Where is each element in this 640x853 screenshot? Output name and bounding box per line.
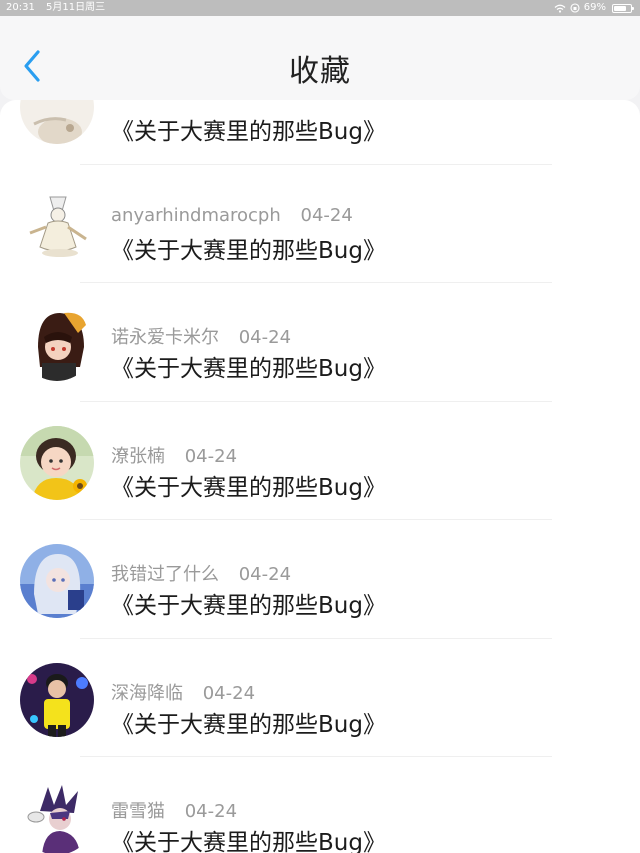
avatar[interactable] bbox=[20, 544, 94, 618]
list-item[interactable]: 雷雪猫 04-24 《关于大赛里的那些Bug》 bbox=[0, 741, 640, 853]
item-meta bbox=[111, 100, 125, 107]
battery-icon bbox=[612, 3, 634, 13]
status-time: 20:31 bbox=[6, 2, 35, 13]
avatar[interactable] bbox=[20, 188, 94, 263]
avatar[interactable] bbox=[20, 425, 94, 500]
battery-percent: 69% bbox=[583, 2, 606, 13]
post-date: 04-24 bbox=[300, 204, 353, 226]
post-title-link[interactable]: 《关于大赛里的那些Bug》 bbox=[111, 823, 386, 853]
avatar[interactable] bbox=[20, 307, 94, 381]
favorites-list: 《关于大赛里的那些Bug》 anyarhindmarocph 04-24 《关于… bbox=[0, 100, 640, 853]
post-title-link[interactable]: 《关于大赛里的那些Bug》 bbox=[111, 112, 386, 146]
item-meta: 诺永爱卡米尔 04-24 bbox=[111, 323, 291, 349]
status-bar: 20:31 5月11日周三 69% bbox=[0, 0, 640, 16]
list-item[interactable]: 诺永爱卡米尔 04-24 《关于大赛里的那些Bug》 bbox=[0, 267, 640, 402]
list-item[interactable]: 深海降临 04-24 《关于大赛里的那些Bug》 bbox=[0, 623, 640, 757]
post-date: 04-24 bbox=[202, 682, 256, 704]
nav-header: 收藏 bbox=[0, 16, 640, 100]
post-title-link[interactable]: 《关于大赛里的那些Bug》 bbox=[111, 586, 386, 620]
list-item[interactable]: 我错过了什么 04-24 《关于大赛里的那些Bug》 bbox=[0, 504, 640, 639]
avatar[interactable] bbox=[20, 100, 94, 144]
author-name[interactable]: 潦张楠 bbox=[111, 446, 165, 467]
author-name[interactable]: 我错过了什么 bbox=[111, 564, 219, 585]
page-title: 收藏 bbox=[289, 54, 351, 89]
author-name[interactable]: 诺永爱卡米尔 bbox=[111, 327, 219, 348]
post-date: 04-24 bbox=[184, 445, 238, 467]
avatar[interactable] bbox=[20, 662, 94, 737]
post-title-link[interactable]: 《关于大赛里的那些Bug》 bbox=[111, 231, 386, 265]
wifi-icon bbox=[554, 4, 566, 13]
post-title-link[interactable]: 《关于大赛里的那些Bug》 bbox=[111, 705, 386, 739]
item-meta: anyarhindmarocph 04-24 bbox=[111, 205, 353, 226]
item-meta: 深海降临 04-24 bbox=[111, 679, 255, 705]
post-date: 04-24 bbox=[184, 801, 238, 822]
avatar[interactable] bbox=[20, 781, 94, 853]
post-date: 04-24 bbox=[238, 564, 292, 585]
item-meta: 雷雪猫 04-24 bbox=[111, 797, 237, 823]
post-date: 04-24 bbox=[238, 327, 292, 348]
orientation-lock-icon bbox=[570, 3, 580, 13]
list-item[interactable]: 潦张楠 04-24 《关于大赛里的那些Bug》 bbox=[0, 386, 640, 520]
post-title-link[interactable]: 《关于大赛里的那些Bug》 bbox=[111, 468, 386, 502]
post-title-link[interactable]: 《关于大赛里的那些Bug》 bbox=[111, 349, 386, 383]
status-date: 5月11日周三 bbox=[46, 2, 106, 13]
favorites-list-container[interactable]: 《关于大赛里的那些Bug》 anyarhindmarocph 04-24 《关于… bbox=[0, 100, 640, 853]
author-name[interactable]: 雷雪猫 bbox=[111, 801, 165, 822]
list-item[interactable]: 《关于大赛里的那些Bug》 bbox=[0, 100, 640, 165]
author-name[interactable]: 深海降临 bbox=[111, 683, 183, 704]
author-name[interactable]: anyarhindmarocph bbox=[111, 205, 281, 226]
item-meta: 我错过了什么 04-24 bbox=[111, 560, 291, 586]
list-item[interactable]: anyarhindmarocph 04-24 《关于大赛里的那些Bug》 bbox=[0, 149, 640, 283]
item-meta: 潦张楠 04-24 bbox=[111, 442, 237, 468]
